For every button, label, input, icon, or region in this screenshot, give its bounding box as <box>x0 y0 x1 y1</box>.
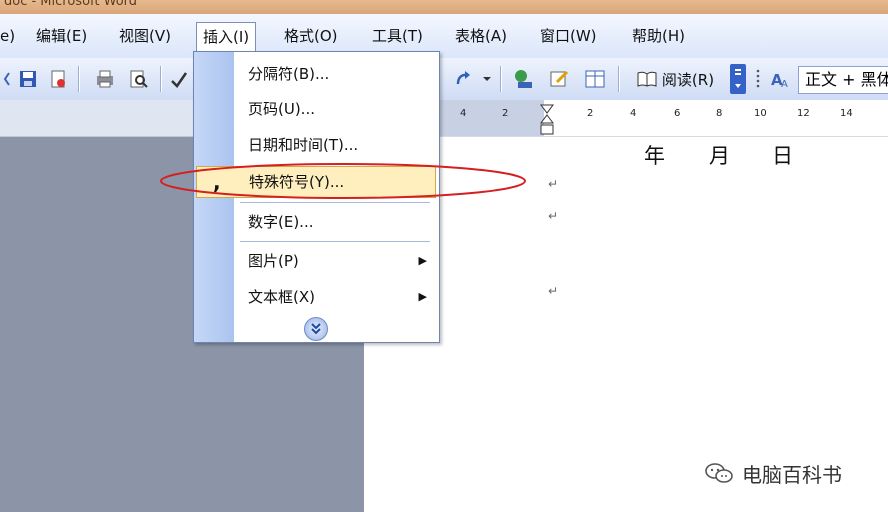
permission-icon[interactable] <box>46 67 70 91</box>
ruler-tick: 2 <box>502 108 509 119</box>
standard-toolbar: 阅读(R) AA 正文 + 黑体 <box>0 58 888 101</box>
menu-item-date-time[interactable]: 日期和时间(T)... <box>234 128 439 162</box>
ruler-tick: 14 <box>840 108 853 119</box>
indent-marker-icon[interactable] <box>540 104 554 136</box>
menu-insert[interactable]: 插入(I) <box>196 22 257 53</box>
style-selector[interactable]: 正文 + 黑体 <box>798 66 888 94</box>
ruler-tick: 2 <box>587 108 594 119</box>
paragraph-mark-icon: ↵ <box>548 177 559 191</box>
toolbar-options-icon[interactable] <box>730 64 746 94</box>
watermark: 电脑百科书 <box>704 458 842 488</box>
menu-item-page-numbers[interactable]: 页码(U)... <box>234 92 439 126</box>
print-icon[interactable] <box>92 67 118 91</box>
toolbar-grip-icon[interactable] <box>752 67 764 91</box>
drawing-icon[interactable] <box>510 67 538 91</box>
document-page[interactable] <box>364 137 888 512</box>
submenu-arrow-icon: ▶ <box>418 290 427 303</box>
window-title: doc - Microsoft Word <box>4 0 138 9</box>
horizontal-ruler[interactable]: 4 2 2 4 6 8 10 12 14 <box>364 100 888 137</box>
styles-pane-icon[interactable]: AA <box>768 67 794 91</box>
submenu-arrow-icon: ▶ <box>418 254 427 267</box>
menu-item-break[interactable]: 分隔符(B)... <box>234 57 439 91</box>
watermark-text: 电脑百科书 <box>742 462 842 487</box>
ruler-tick: 8 <box>716 108 723 119</box>
wechat-icon <box>705 463 733 483</box>
menu-help[interactable]: 帮助(H) <box>626 24 691 48</box>
toolbar-handle-icon[interactable] <box>2 67 14 91</box>
menu-tools[interactable]: 工具(T) <box>366 24 429 48</box>
menu-view[interactable]: 视图(V) <box>113 24 177 48</box>
ruler-tick: 10 <box>754 108 767 119</box>
redo-dropdown-icon[interactable] <box>480 67 494 91</box>
window-titlebar: doc - Microsoft Word <box>0 0 888 14</box>
document-map-icon[interactable] <box>546 67 572 91</box>
toolbar-separator <box>500 66 502 92</box>
ruler-tick: 4 <box>460 108 467 119</box>
menu-separator <box>240 241 430 242</box>
ruler-tick: 6 <box>674 108 681 119</box>
menu-separator <box>240 202 430 203</box>
redo-icon[interactable] <box>452 67 478 91</box>
menu-format[interactable]: 格式(O) <box>278 24 344 48</box>
menu-window[interactable]: 窗口(W) <box>534 24 603 48</box>
toolbar-separator <box>618 66 620 92</box>
comma-symbol-icon: , <box>213 170 221 194</box>
print-preview-icon[interactable] <box>126 67 152 91</box>
date-day-char: 日 <box>772 144 793 168</box>
menu-edit[interactable]: 编辑(E) <box>30 24 93 48</box>
expand-menu-icon[interactable] <box>304 317 328 341</box>
book-icon <box>637 71 657 87</box>
toolbar-separator <box>78 66 80 92</box>
menu-item-text-box[interactable]: 文本框(X) ▶ <box>234 280 439 314</box>
date-year-char: 年 <box>644 144 665 168</box>
svg-text:A: A <box>781 79 788 90</box>
read-button-label: 阅读(R) <box>661 70 715 89</box>
toolbar-separator <box>160 66 162 92</box>
save-icon[interactable] <box>16 67 40 91</box>
paragraph-mark-icon: ↵ <box>548 209 559 223</box>
menu-file-partial[interactable]: e) <box>0 24 21 48</box>
menu-item-number[interactable]: 数字(E)... <box>234 205 439 239</box>
date-month-char: 月 <box>709 144 730 168</box>
ruler-tick: 4 <box>630 108 637 119</box>
paragraph-mark-icon: ↵ <box>548 284 559 298</box>
menu-item-special-symbols[interactable]: , 特殊符号(Y)... <box>196 166 436 198</box>
columns-icon[interactable] <box>582 67 608 91</box>
menu-table[interactable]: 表格(A) <box>449 24 513 48</box>
spelling-icon[interactable] <box>168 67 190 91</box>
read-button[interactable]: 阅读(R) <box>628 67 722 91</box>
menu-item-picture[interactable]: 图片(P) ▶ <box>234 244 439 278</box>
ruler-tick: 12 <box>797 108 810 119</box>
insert-menu-dropdown: 分隔符(B)... 页码(U)... 日期和时间(T)... , 特殊符号(Y)… <box>193 51 440 343</box>
menu-bar: e) 编辑(E) 视图(V) 插入(I) 格式(O) 工具(T) 表格(A) 窗… <box>0 14 888 59</box>
